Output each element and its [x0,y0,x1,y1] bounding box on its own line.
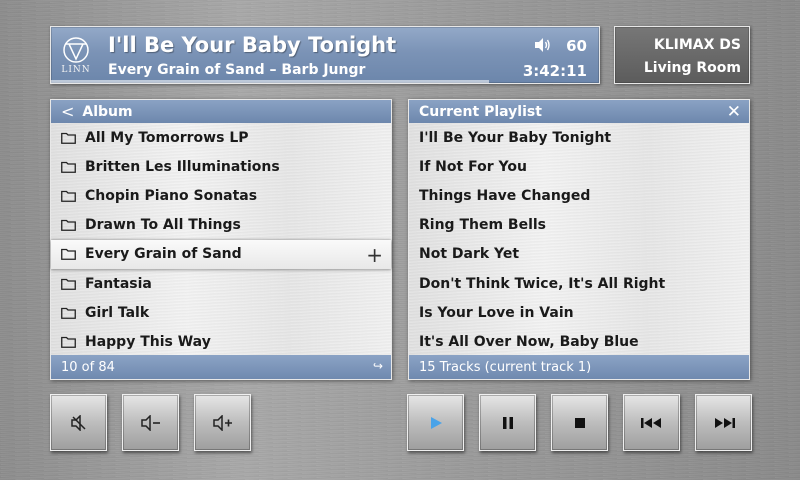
pause-button[interactable] [479,394,536,451]
album-name: Britten Les Illuminations [85,158,280,175]
device-name: KLIMAX DS [653,37,741,53]
album-list-item[interactable]: Happy This Way [51,327,391,356]
device-selector[interactable]: KLIMAX DS Living Room [614,26,750,84]
previous-icon [640,417,661,428]
folder-icon [61,190,76,202]
album-list: All My Tomorrows LP Britten Les Illuminat… [51,123,391,357]
album-panel-title: Album [82,103,133,120]
playlist-track-item[interactable]: I'll Be Your Baby Tonight [409,123,749,152]
album-list-item[interactable]: Drawn To All Things [51,211,391,240]
playlist-panel-header: Current Playlist ✕ [409,100,749,123]
track-progress-bar [51,80,490,83]
play-icon [430,416,442,429]
pause-icon [502,416,513,429]
mute-button[interactable] [50,394,107,451]
volume-down-icon [140,414,160,431]
folder-icon [61,249,76,261]
volume-up-button[interactable] [194,394,251,451]
stop-icon [574,417,585,428]
playlist-track-item[interactable]: Ring Them Bells [409,211,749,240]
album-name: Happy This Way [85,333,211,350]
folder-icon [61,220,76,232]
album-panel-footer: 10 of 84 ↪ [51,355,391,379]
playlist-track-item[interactable]: It's All Over Now, Baby Blue [409,327,749,356]
playlist-panel-footer: 15 Tracks (current track 1) [409,355,749,379]
album-name: Drawn To All Things [85,217,241,234]
folder-icon [61,336,76,348]
album-list-item[interactable]: Britten Les Illuminations [51,152,391,181]
previous-button[interactable] [623,394,680,451]
playlist-panel: Current Playlist ✕ I'll Be Your Baby Ton… [408,99,750,380]
playlist-track-item[interactable]: Don't Think Twice, It's All Right [409,269,749,298]
volume-level: 60 [566,37,587,55]
next-icon [714,417,735,428]
track-album-artist: Every Grain of Sand – Barb Jungr [108,62,366,78]
album-name: Chopin Piano Sonatas [85,187,258,204]
playlist-list: I'll Be Your Baby Tonight If Not For You T… [409,123,749,357]
playlist-track-item[interactable]: Is Your Love in Vain [409,298,749,327]
volume-up-icon [212,414,232,431]
elapsed-time: 3:42:11 [522,62,587,80]
album-name: Every Grain of Sand [85,246,242,263]
album-name: All My Tomorrows LP [85,129,249,146]
volume-down-button[interactable] [122,394,179,451]
play-button[interactable] [407,394,464,451]
close-icon[interactable]: ✕ [727,102,741,122]
album-list-item[interactable]: Every Grain of Sand + [51,239,391,269]
next-button[interactable] [695,394,752,451]
back-icon[interactable]: < [51,102,74,121]
playlist-track-item[interactable]: Things Have Changed [409,181,749,210]
folder-icon [61,161,76,173]
enter-icon[interactable]: ↪ [373,359,383,373]
album-name: Fantasia [85,275,152,292]
album-panel-header: < Album [51,100,391,123]
mute-icon [70,414,86,431]
stop-button[interactable] [551,394,608,451]
folder-icon [61,307,76,319]
album-browser-panel: < Album All My Tomorrows LP Britten Les I… [50,99,392,380]
track-title: I'll Be Your Baby Tonight [108,33,397,57]
playlist-track-count: 15 Tracks (current track 1) [419,359,592,375]
folder-icon [61,132,76,144]
playlist-track-item[interactable]: Not Dark Yet [409,240,749,269]
playlist-panel-title: Current Playlist [419,103,542,120]
folder-icon [61,278,76,290]
album-list-item[interactable]: Girl Talk [51,298,391,327]
playlist-track-item[interactable]: If Not For You [409,152,749,181]
speaker-icon [535,38,550,52]
album-list-item[interactable]: Chopin Piano Sonatas [51,181,391,210]
logo-text: LINN [61,65,91,75]
add-icon[interactable]: + [366,243,383,267]
album-count: 10 of 84 [61,359,115,375]
album-list-item[interactable]: All My Tomorrows LP [51,123,391,152]
now-playing-bar: LINN I'll Be Your Baby Tonight Every Gra… [50,26,600,84]
album-name: Girl Talk [85,304,150,321]
album-list-item[interactable]: Fantasia [51,269,391,298]
room-name: Living Room [643,60,741,76]
